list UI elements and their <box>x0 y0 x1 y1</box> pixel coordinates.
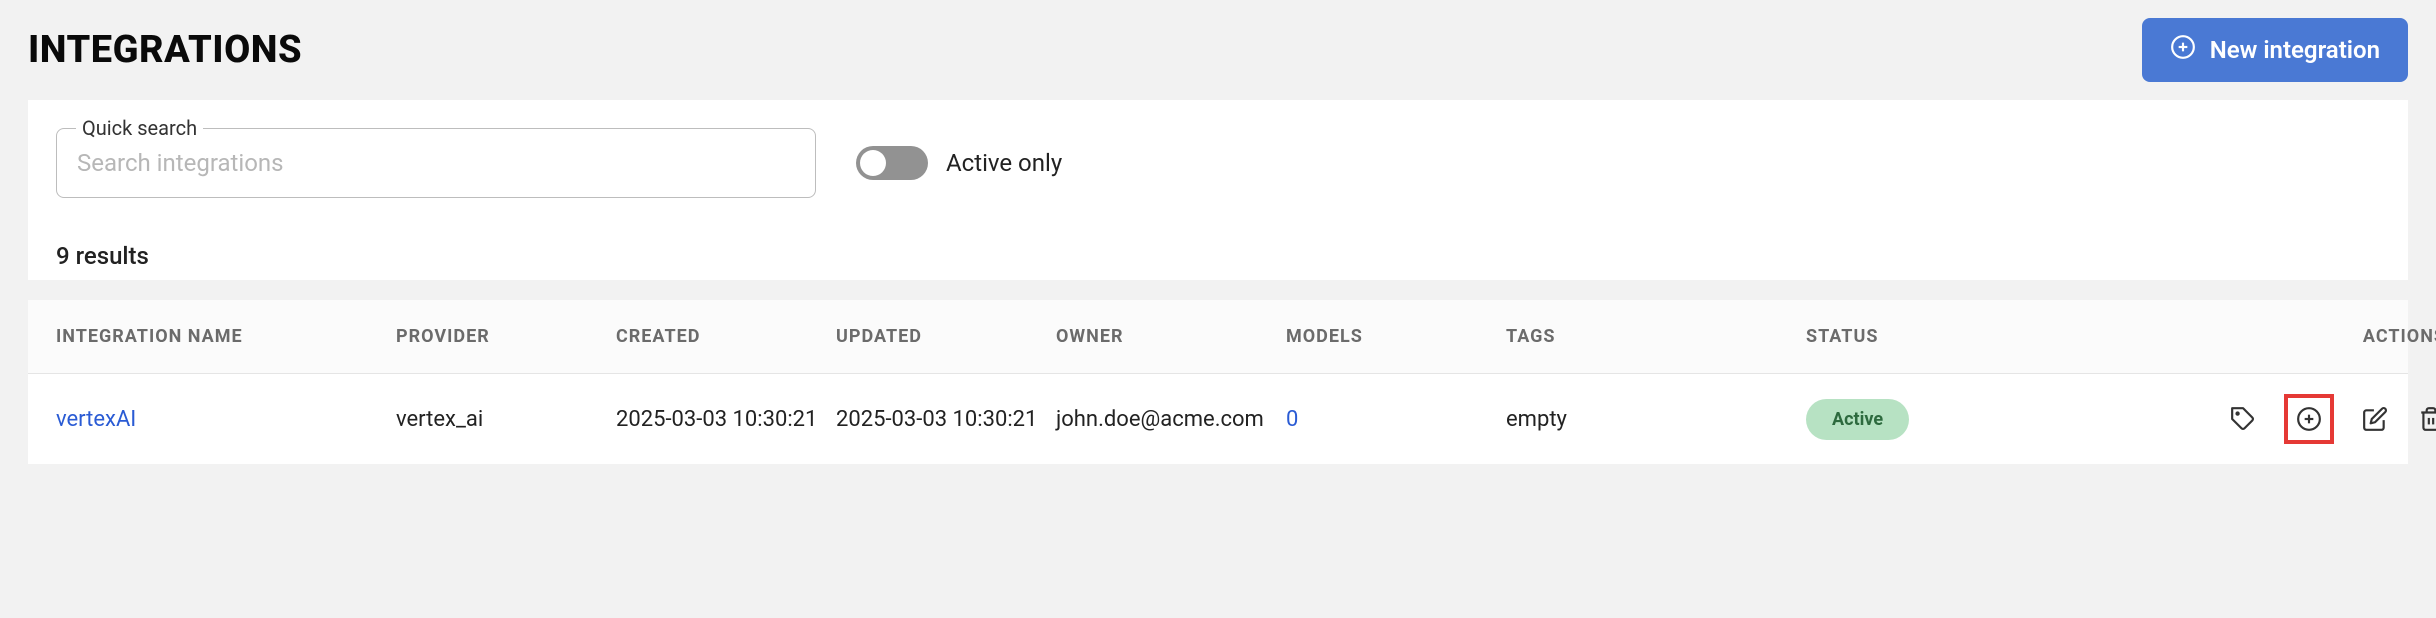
cell-updated: 2025-03-03 10:30:21 <box>836 407 1056 432</box>
table-header-row: INTEGRATION NAME PROVIDER CREATED UPDATE… <box>28 300 2408 374</box>
col-header-tags: TAGS <box>1506 326 1806 347</box>
results-count: 9 results <box>56 242 2380 270</box>
cell-models-count[interactable]: 0 <box>1286 407 1506 432</box>
new-integration-label: New integration <box>2210 36 2380 64</box>
cell-integration-name[interactable]: vertexAI <box>56 407 396 432</box>
cell-created: 2025-03-03 10:30:21 <box>616 407 836 432</box>
cell-provider: vertex_ai <box>396 407 616 432</box>
trash-icon[interactable] <box>2416 404 2436 434</box>
cell-owner: john.doe@acme.com <box>1056 407 1286 432</box>
table-row: vertexAI vertex_ai 2025-03-03 10:30:21 2… <box>28 374 2408 464</box>
plus-circle-icon <box>2170 34 2196 66</box>
col-header-name: INTEGRATION NAME <box>56 326 396 347</box>
add-model-icon[interactable] <box>2284 394 2334 444</box>
col-header-updated: UPDATED <box>836 326 1056 347</box>
cell-status: Active <box>1806 399 2136 440</box>
status-badge: Active <box>1806 399 1909 440</box>
cell-actions <box>2136 394 2436 444</box>
page-title: INTEGRATIONS <box>28 28 302 72</box>
toggle-knob <box>860 150 886 176</box>
active-only-label: Active only <box>946 149 1062 177</box>
new-integration-button[interactable]: New integration <box>2142 18 2408 82</box>
tag-icon[interactable] <box>2228 404 2258 434</box>
col-header-provider: PROVIDER <box>396 326 616 347</box>
active-only-toggle[interactable] <box>856 146 928 180</box>
col-header-status: STATUS <box>1806 326 2136 347</box>
cell-tags: empty <box>1506 407 1806 432</box>
col-header-created: CREATED <box>616 326 836 347</box>
edit-icon[interactable] <box>2360 404 2390 434</box>
col-header-actions: ACTIONS <box>2136 326 2436 347</box>
col-header-models: MODELS <box>1286 326 1506 347</box>
search-label: Quick search <box>76 116 203 140</box>
col-header-owner: OWNER <box>1056 326 1286 347</box>
